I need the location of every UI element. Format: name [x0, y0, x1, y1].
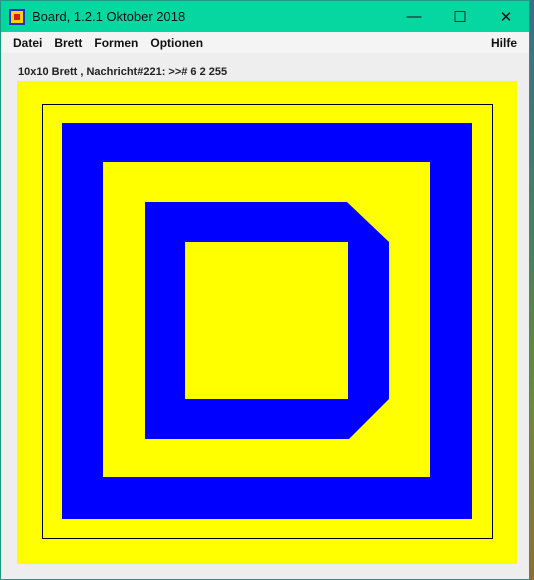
window-controls: — ☐ ✕: [391, 1, 529, 32]
menu-formen[interactable]: Formen: [88, 36, 144, 50]
minimize-button[interactable]: —: [391, 1, 437, 32]
maximize-button[interactable]: ☐: [437, 1, 483, 32]
center-yellow[interactable]: [185, 242, 348, 399]
title-bar[interactable]: Board, 1.2.1 Oktober 2018 — ☐ ✕: [1, 1, 529, 32]
app-icon: [9, 8, 25, 25]
menu-brett[interactable]: Brett: [48, 36, 88, 50]
menu-optionen[interactable]: Optionen: [144, 36, 209, 50]
status-message: 10x10 Brett , Nachricht#221: >># 6 2 255: [18, 66, 228, 78]
close-button[interactable]: ✕: [483, 1, 529, 32]
menu-hilfe[interactable]: Hilfe: [485, 36, 523, 50]
game-board[interactable]: [17, 81, 517, 564]
menu-datei[interactable]: Datei: [7, 36, 48, 50]
menu-bar: Datei Brett Formen Optionen Hilfe: [1, 32, 529, 53]
window-title: Board, 1.2.1 Oktober 2018: [32, 9, 186, 24]
app-window: Board, 1.2.1 Oktober 2018 — ☐ ✕ Datei Br…: [0, 0, 530, 580]
